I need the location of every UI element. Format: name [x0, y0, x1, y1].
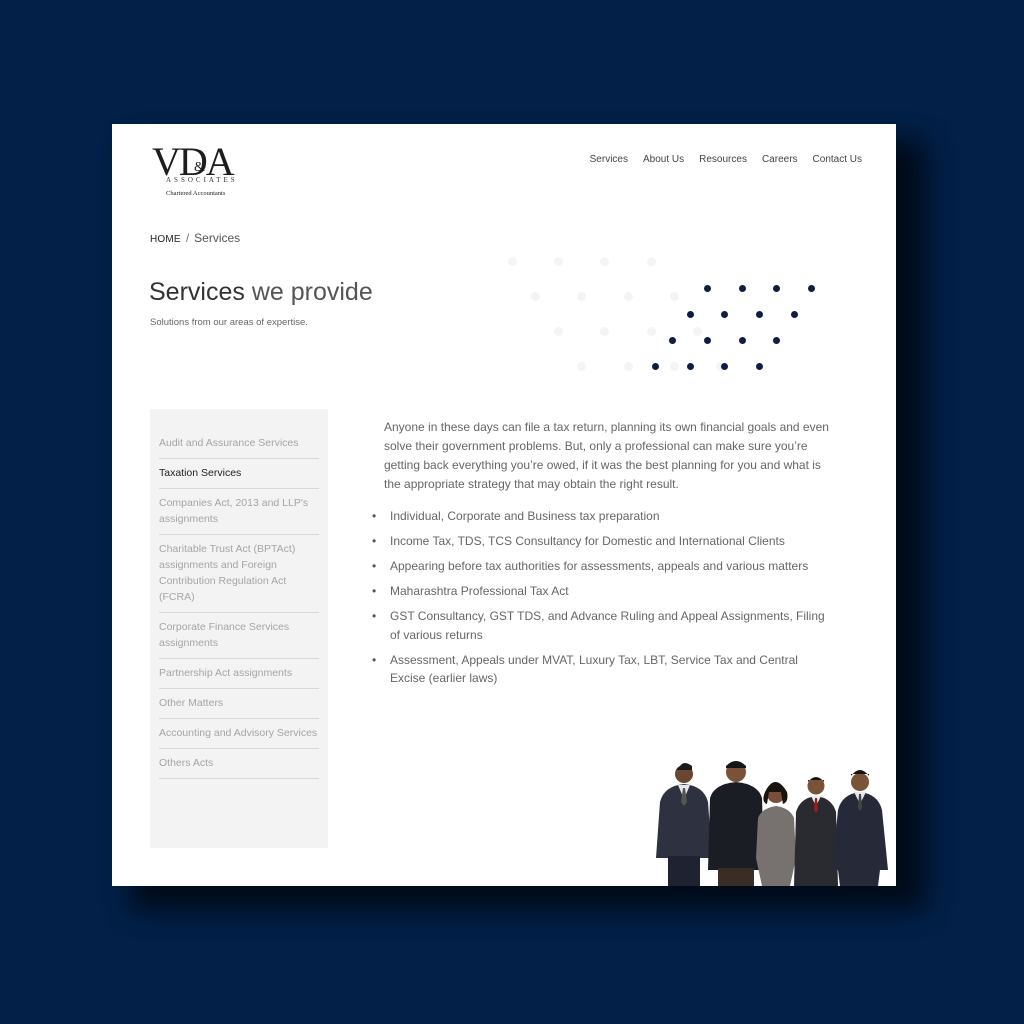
- team-member-5: [832, 770, 888, 886]
- decorative-dot-navy: [738, 284, 746, 292]
- page-subtitle: Solutions from our areas of expertise.: [150, 317, 308, 328]
- decorative-dot-light: [669, 291, 679, 301]
- list-item: • GST Consultancy, GST TDS, and Advance R…: [372, 609, 825, 642]
- page-title: Services we provide: [149, 278, 373, 307]
- sidebar-item-others-acts[interactable]: Others Acts: [159, 749, 319, 779]
- sidebar-item-charitable-trust[interactable]: Charitable Trust Act (BPTAct) assignment…: [159, 535, 319, 613]
- bullet-icon: •: [372, 559, 377, 573]
- decorative-dot-navy: [720, 362, 728, 370]
- decorative-dot-light: [576, 291, 586, 301]
- decorative-dot-light: [553, 326, 563, 336]
- decorative-dot-navy: [686, 362, 694, 370]
- page-title-bold: Services: [149, 278, 245, 306]
- service-content: Anyone in these days can file a tax retu…: [372, 418, 834, 694]
- sidebar-item-audit[interactable]: Audit and Assurance Services: [159, 429, 319, 459]
- decorative-dot-light: [646, 256, 656, 266]
- nav-about-us[interactable]: About Us: [643, 154, 684, 165]
- decorative-dot-navy: [738, 336, 746, 344]
- sidebar-item-accounting-advisory[interactable]: Accounting and Advisory Services: [159, 719, 319, 749]
- logo-tagline: Chartered Accountants: [166, 190, 226, 197]
- breadcrumb-separator: /: [185, 231, 190, 245]
- list-item: • Individual, Corporate and Business tax …: [372, 507, 834, 526]
- decorative-dot-navy: [720, 310, 728, 318]
- decorative-dot-navy: [772, 336, 780, 344]
- decorative-dot-navy: [703, 284, 711, 292]
- team-photo: [656, 761, 888, 886]
- intro-paragraph: Anyone in these days can file a tax retu…: [384, 420, 829, 491]
- decorative-dot-navy: [772, 284, 780, 292]
- sidebar-item-partnership-act[interactable]: Partnership Act assignments: [159, 659, 319, 689]
- breadcrumb-current: Services: [194, 231, 241, 245]
- breadcrumb: HOME / Services: [150, 231, 240, 245]
- team-member-1: [656, 763, 712, 886]
- decorative-dot-light: [553, 256, 563, 266]
- logo-ampersand: &: [194, 160, 205, 175]
- decorative-dot-light: [507, 256, 517, 266]
- services-sidebar: Audit and Assurance Services Taxation Se…: [150, 409, 328, 848]
- decorative-dot-light: [599, 326, 609, 336]
- logo-associates: ASSOCIATES: [166, 176, 238, 184]
- sidebar-item-taxation[interactable]: Taxation Services: [159, 459, 319, 489]
- decorative-dot-navy: [686, 310, 694, 318]
- decorative-dot-navy: [807, 284, 815, 292]
- team-member-2: [708, 761, 764, 886]
- page-title-light: we provide: [251, 278, 373, 306]
- decorative-dot-light: [669, 361, 679, 371]
- bullet-icon: •: [372, 534, 377, 548]
- list-item: • Appearing before tax authorities for as…: [372, 557, 834, 576]
- list-item: • Maharashtra Professional Tax Act: [372, 582, 834, 601]
- decorative-dot-light: [692, 326, 702, 336]
- decorative-dot-navy: [651, 362, 659, 370]
- decorative-dot-light: [530, 291, 540, 301]
- decorative-dot-light: [576, 361, 586, 371]
- decorative-dot-light: [623, 291, 633, 301]
- bullet-icon: •: [372, 609, 377, 623]
- bullet-icon: •: [372, 584, 377, 598]
- decorative-dot-navy: [668, 336, 676, 344]
- decorative-dot-light: [623, 361, 633, 371]
- bullet-icon: •: [372, 652, 377, 667]
- list-item: • Assessment, Appeals under MVAT, Luxury …: [372, 652, 798, 686]
- nav-services[interactable]: Services: [590, 154, 628, 165]
- bullet-icon: •: [372, 509, 377, 523]
- sidebar-item-corporate-finance[interactable]: Corporate Finance Services assignments: [159, 613, 319, 659]
- decorative-dot-navy: [703, 336, 711, 344]
- nav-contact-us[interactable]: Contact Us: [813, 154, 862, 165]
- team-member-3: [756, 782, 796, 886]
- decorative-dot-light: [646, 326, 656, 336]
- team-member-4: [794, 777, 838, 886]
- decorative-dot-navy: [755, 310, 763, 318]
- decorative-dot-navy: [755, 362, 763, 370]
- list-item: • Income Tax, TDS, TCS Consultancy for Do…: [372, 532, 834, 551]
- decorative-dot-light: [715, 361, 725, 371]
- nav-careers[interactable]: Careers: [762, 154, 798, 165]
- decorative-dot-light: [599, 256, 609, 266]
- decorative-dot-navy: [790, 310, 798, 318]
- breadcrumb-home[interactable]: HOME: [150, 234, 181, 245]
- logo[interactable]: VDA & ASSOCIATES Chartered Accountants: [150, 140, 240, 200]
- service-list: • Individual, Corporate and Business tax …: [372, 507, 834, 688]
- sidebar-item-companies-act[interactable]: Companies Act, 2013 and LLP's assignment…: [159, 489, 319, 535]
- page-card: VDA & ASSOCIATES Chartered Accountants S…: [112, 124, 896, 886]
- sidebar-item-other-matters[interactable]: Other Matters: [159, 689, 319, 719]
- main-nav: Services About Us Resources Careers Cont…: [590, 154, 862, 165]
- nav-resources[interactable]: Resources: [699, 154, 747, 165]
